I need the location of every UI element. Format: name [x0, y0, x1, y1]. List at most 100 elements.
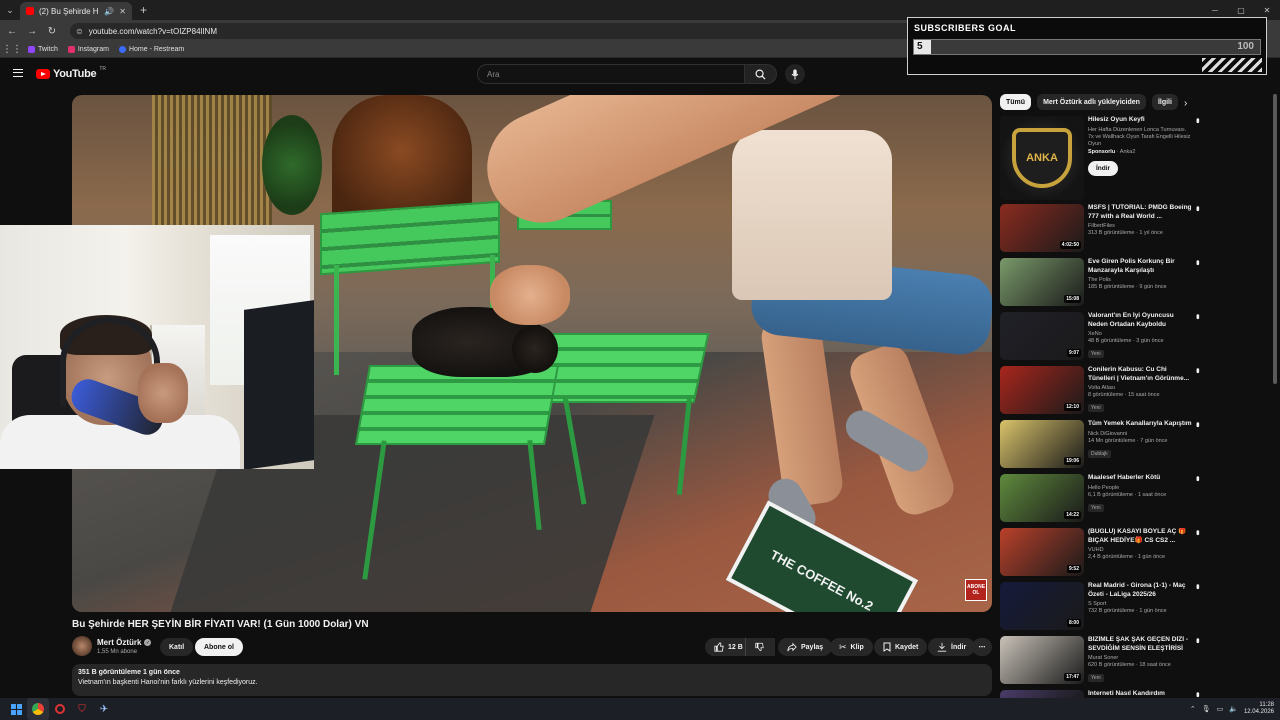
more-actions-button[interactable]: ⋯	[972, 638, 992, 656]
channel-name-link[interactable]: Mert Öztürk ✓	[97, 638, 152, 647]
speaker-icon[interactable]: 🔊	[104, 7, 114, 16]
windows-logo-icon	[10, 703, 22, 715]
recommendation-info: Tüm Yemek Kanallarıyla Kapıştım Nick DiGi…	[1088, 420, 1192, 458]
recommendation-channel[interactable]: FilbertFiles	[1088, 223, 1192, 229]
windows-start-icon[interactable]	[5, 698, 27, 720]
subscribe-button[interactable]: Abone ol	[195, 638, 243, 656]
forward-button[interactable]: →	[26, 24, 38, 38]
ad-thumbnail[interactable]: ANKA	[1000, 116, 1084, 200]
share-button[interactable]: Paylaş	[778, 638, 833, 656]
sponsored-ad[interactable]: ANKA Hilesiz Oyun Keyfi Her Hafta Düzenl…	[1000, 116, 1210, 200]
recommendation-channel[interactable]: Murat Soner	[1088, 655, 1192, 661]
channel-avatar[interactable]	[72, 636, 92, 656]
search-input[interactable]: Ara	[477, 64, 745, 84]
menu-icon[interactable]	[13, 69, 23, 77]
recommendation-thumbnail[interactable]: 9:07	[1000, 312, 1084, 360]
video-duration: 15:08	[1064, 295, 1081, 303]
bookmark-instagram[interactable]: Instagram	[67, 46, 109, 53]
recommendation-thumbnail[interactable]: 9:52	[1000, 528, 1084, 576]
new-tab-button[interactable]: +	[140, 3, 147, 17]
join-button[interactable]: Katıl	[160, 638, 194, 656]
more-vertical-icon[interactable]: •••	[1193, 638, 1203, 641]
recommendation-thumbnail[interactable]: 17:47	[1000, 636, 1084, 684]
apps-grid-icon[interactable]: ⋮⋮	[2, 43, 22, 57]
recommendation-item[interactable]: 17:47 BİZİMLE ŞAK ŞAK GEÇEN DİZİ - SEVDİĞ…	[1000, 636, 1210, 686]
recommendation-info: MSFS | TUTORIAL: PMDG Boeing 777 with a …	[1088, 204, 1192, 236]
tray-chevron-icon[interactable]: ⌃	[1190, 705, 1196, 713]
recommendation-item[interactable]: 8:00 Real Madrid - Girona (1-1) - Maç Öze…	[1000, 582, 1210, 632]
more-vertical-icon[interactable]: •••	[1193, 260, 1203, 263]
channel-name: Mert Öztürk	[97, 638, 142, 647]
recommendation-thumbnail[interactable]: 15:08	[1000, 258, 1084, 306]
recommendation-meta: 14 Mn görüntüleme · 7 gün önce	[1088, 437, 1168, 444]
recommendation-thumbnail[interactable]: 4:02:50	[1000, 204, 1084, 252]
recommendation-item[interactable]: 9:52 (BUGLU) KASAYI BÖYLE AÇ 🎁 BIÇAK HEDİ…	[1000, 528, 1210, 578]
more-vertical-icon[interactable]: •••	[1193, 692, 1203, 695]
share-icon	[787, 642, 797, 652]
tray-network-icon[interactable]: ▭	[1217, 705, 1224, 713]
recommendation-channel[interactable]: S Sport	[1088, 601, 1192, 607]
chip-related[interactable]: İlgili	[1151, 94, 1178, 110]
more-vertical-icon[interactable]: •••	[1193, 118, 1203, 121]
recommendation-channel[interactable]: XeNo	[1088, 331, 1192, 337]
clip-button[interactable]: ✂ Klip	[830, 638, 873, 656]
more-vertical-icon[interactable]: •••	[1193, 422, 1203, 425]
recommendation-thumbnail[interactable]: 8:00	[1000, 582, 1084, 630]
recommendation-item[interactable]: 12:10 Conilerin Kabusu: Cu Chi Tünelleri …	[1000, 366, 1210, 416]
recommendation-channel[interactable]: The Polis	[1088, 277, 1192, 283]
recommendation-thumbnail[interactable]: 12:10	[1000, 366, 1084, 414]
chrome-icon[interactable]	[27, 698, 49, 720]
more-vertical-icon[interactable]: •••	[1193, 584, 1203, 587]
youtube-logo[interactable]: YouTube TR	[36, 66, 106, 80]
browser-tab[interactable]: (2) Bu Şehirde HER ŞEYİN BİR FİYATI VAR!…	[20, 2, 132, 20]
ad-install-button[interactable]: İndir	[1088, 160, 1119, 176]
download-button[interactable]: İndir	[928, 638, 976, 656]
back-button[interactable]: ←	[6, 24, 18, 38]
subscribe-watermark[interactable]: ABONE OL	[965, 579, 987, 601]
recommendation-channel[interactable]: Volta Atlası	[1088, 385, 1192, 391]
tray-volume-icon[interactable]: 🔈	[1229, 705, 1238, 713]
app-icon-red[interactable]	[49, 698, 71, 720]
voice-search-button[interactable]	[785, 64, 805, 84]
tray-mic-icon[interactable]: 🎙	[1202, 705, 1211, 713]
recommendation-item[interactable]: 15:08 Eve Giren Polis Korkunç Bir Manzara…	[1000, 258, 1210, 308]
recommendation-item[interactable]: 4:02:50 MSFS | TUTORIAL: PMDG Boeing 777 …	[1000, 204, 1210, 254]
dislike-button[interactable]	[745, 638, 773, 656]
chair-leg	[334, 265, 339, 375]
recommendation-channel[interactable]: Nick DiGiovanni	[1088, 431, 1192, 437]
more-vertical-icon[interactable]: •••	[1193, 530, 1203, 533]
recommendation-item[interactable]: 9:07 Valorant'ın En İyi Oyuncusu Neden Or…	[1000, 312, 1210, 362]
recommendation-info: Maalesef Haberler Kötü Hello People 6,1 B …	[1088, 474, 1192, 512]
more-vertical-icon[interactable]: •••	[1193, 206, 1203, 209]
chevron-right-icon[interactable]: ›	[1184, 98, 1187, 109]
chip-all[interactable]: Tümü	[1000, 94, 1032, 110]
bookmark-label: Instagram	[77, 46, 109, 53]
more-vertical-icon[interactable]: •••	[1193, 314, 1203, 317]
reload-button[interactable]: ↻	[46, 24, 58, 38]
more-vertical-icon[interactable]: •••	[1193, 368, 1203, 371]
more-vertical-icon[interactable]: •••	[1193, 476, 1203, 479]
recommendation-thumbnail[interactable]: 14:22	[1000, 474, 1084, 522]
recommendation-channel[interactable]: VUHD	[1088, 547, 1192, 553]
recommendation-item[interactable]: 19:06 Tüm Yemek Kanallarıyla Kapıştım Nick…	[1000, 420, 1210, 470]
search-button[interactable]	[745, 64, 777, 84]
video-stats: 351 B görüntüleme 1 gün önce	[78, 669, 180, 676]
tray-clock[interactable]: 11:28 12.04.2026	[1244, 702, 1274, 716]
sidebar-scrollbar[interactable]	[1273, 94, 1277, 384]
tab-close-icon[interactable]: ✕	[119, 7, 126, 16]
recommendation-channel[interactable]: Hello People	[1088, 485, 1192, 491]
address-bar[interactable]: ⊜ youtube.com/watch?v=tOIZP84lINM	[70, 23, 960, 39]
steam-icon[interactable]: ✈	[93, 698, 115, 720]
scene-plant	[262, 115, 322, 215]
tab-search-icon[interactable]: ⌄	[0, 0, 20, 20]
recommendation-thumbnail[interactable]: 19:06	[1000, 420, 1084, 468]
save-button[interactable]: Kaydet	[874, 638, 928, 656]
description-box[interactable]: 351 B görüntüleme 1 gün önce Vietnam'ın …	[72, 664, 992, 696]
app-icon-shield[interactable]: ⛉	[71, 698, 93, 720]
bookmark-restream[interactable]: Home - Restream	[118, 46, 184, 53]
chip-from-uploader[interactable]: Mert Öztürk adlı yükleyiciden	[1037, 94, 1146, 110]
bookmark-twitch[interactable]: Twitch	[28, 46, 58, 53]
recommendation-info: BİZİMLE ŞAK ŞAK GEÇEN DİZİ - SEVDİĞİM SE…	[1088, 636, 1192, 682]
recommendation-item[interactable]: 14:22 Maalesef Haberler Kötü Hello People 6…	[1000, 474, 1210, 524]
site-info-icon[interactable]: ⊜	[76, 27, 83, 36]
